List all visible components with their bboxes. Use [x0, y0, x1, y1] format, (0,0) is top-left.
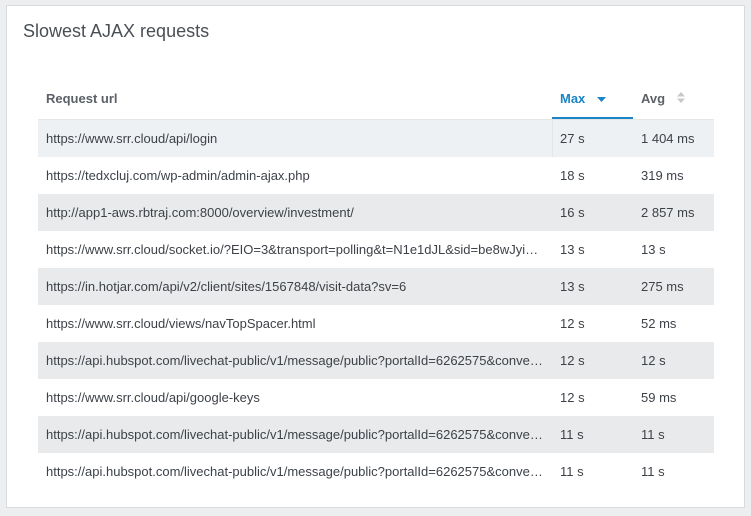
request-url-cell: https://in.hotjar.com/api/v2/client/site… [46, 279, 407, 294]
max-cell: 13 s [560, 279, 585, 294]
request-url-cell: https://tedxcluj.com/wp-admin/admin-ajax… [46, 168, 310, 183]
max-cell: 11 s [560, 464, 584, 479]
avg-cell: 59 ms [641, 390, 677, 405]
table-row[interactable]: https://in.hotjar.com/api/v2/client/site… [38, 268, 714, 305]
request-url-cell: http://app1-aws.rbtraj.com:8000/overview… [46, 205, 354, 220]
sort-desc-icon [596, 80, 606, 117]
max-cell: 13 s [560, 242, 585, 257]
max-cell: 16 s [560, 205, 585, 220]
request-url-cell: https://www.srr.cloud/api/google-keys [46, 390, 260, 405]
column-header-label: Avg [641, 91, 666, 106]
table-row[interactable]: https://api.hubspot.com/livechat-public/… [38, 416, 714, 453]
table-row[interactable]: https://tedxcluj.com/wp-admin/admin-ajax… [38, 157, 714, 194]
slowest-ajax-widget: Slowest AJAX requests Request url Max Av… [6, 5, 745, 508]
max-cell: 18 s [560, 168, 585, 183]
avg-cell: 1 404 ms [641, 131, 695, 146]
table-row[interactable]: https://www.srr.cloud/api/google-keys 12… [38, 379, 714, 416]
table-row[interactable]: https://api.hubspot.com/livechat-public/… [38, 342, 714, 379]
avg-cell: 319 ms [641, 168, 684, 183]
table-row[interactable]: https://www.srr.cloud/socket.io/?EIO=3&t… [38, 231, 714, 268]
table-header: Request url Max Avg [38, 80, 714, 120]
max-cell: 12 s [560, 353, 585, 368]
table-row[interactable]: https://www.srr.cloud/views/navTopSpacer… [38, 305, 714, 342]
ajax-requests-table: Request url Max Avg https://www.srr.clou… [38, 80, 714, 490]
column-header-avg[interactable]: Avg [633, 80, 685, 119]
request-url-cell: https://www.srr.cloud/views/navTopSpacer… [46, 316, 316, 331]
column-header-max[interactable]: Max [552, 80, 633, 119]
table-row[interactable]: https://api.hubspot.com/livechat-public/… [38, 453, 714, 490]
table-row[interactable]: https://www.srr.cloud/api/login 27 s 1 4… [38, 120, 714, 157]
request-url-cell: https://api.hubspot.com/livechat-public/… [46, 464, 543, 479]
avg-cell: 13 s [641, 242, 666, 257]
request-url-cell: https://www.srr.cloud/api/login [46, 131, 218, 146]
max-cell: 12 s [560, 390, 585, 405]
max-cell: 12 s [560, 316, 585, 331]
avg-cell: 12 s [641, 353, 666, 368]
avg-cell: 2 857 ms [641, 205, 695, 220]
column-header-request-url: Request url [46, 80, 118, 119]
max-cell: 11 s [560, 427, 584, 442]
column-header-label: Max [560, 91, 586, 106]
request-url-cell: https://api.hubspot.com/livechat-public/… [46, 427, 543, 442]
max-cell: 27 s [560, 131, 585, 146]
sort-both-icon [676, 80, 685, 117]
avg-cell: 11 s [641, 427, 665, 442]
request-url-cell: https://www.srr.cloud/socket.io/?EIO=3&t… [46, 242, 539, 257]
column-header-label: Request url [46, 91, 118, 106]
column-divider [552, 120, 553, 157]
widget-title: Slowest AJAX requests [23, 21, 210, 41]
avg-cell: 52 ms [641, 316, 677, 331]
avg-cell: 275 ms [641, 279, 684, 294]
request-url-cell: https://api.hubspot.com/livechat-public/… [46, 353, 543, 368]
table-row[interactable]: http://app1-aws.rbtraj.com:8000/overview… [38, 194, 714, 231]
table-body: https://www.srr.cloud/api/login 27 s 1 4… [38, 120, 714, 490]
avg-cell: 11 s [641, 464, 665, 479]
